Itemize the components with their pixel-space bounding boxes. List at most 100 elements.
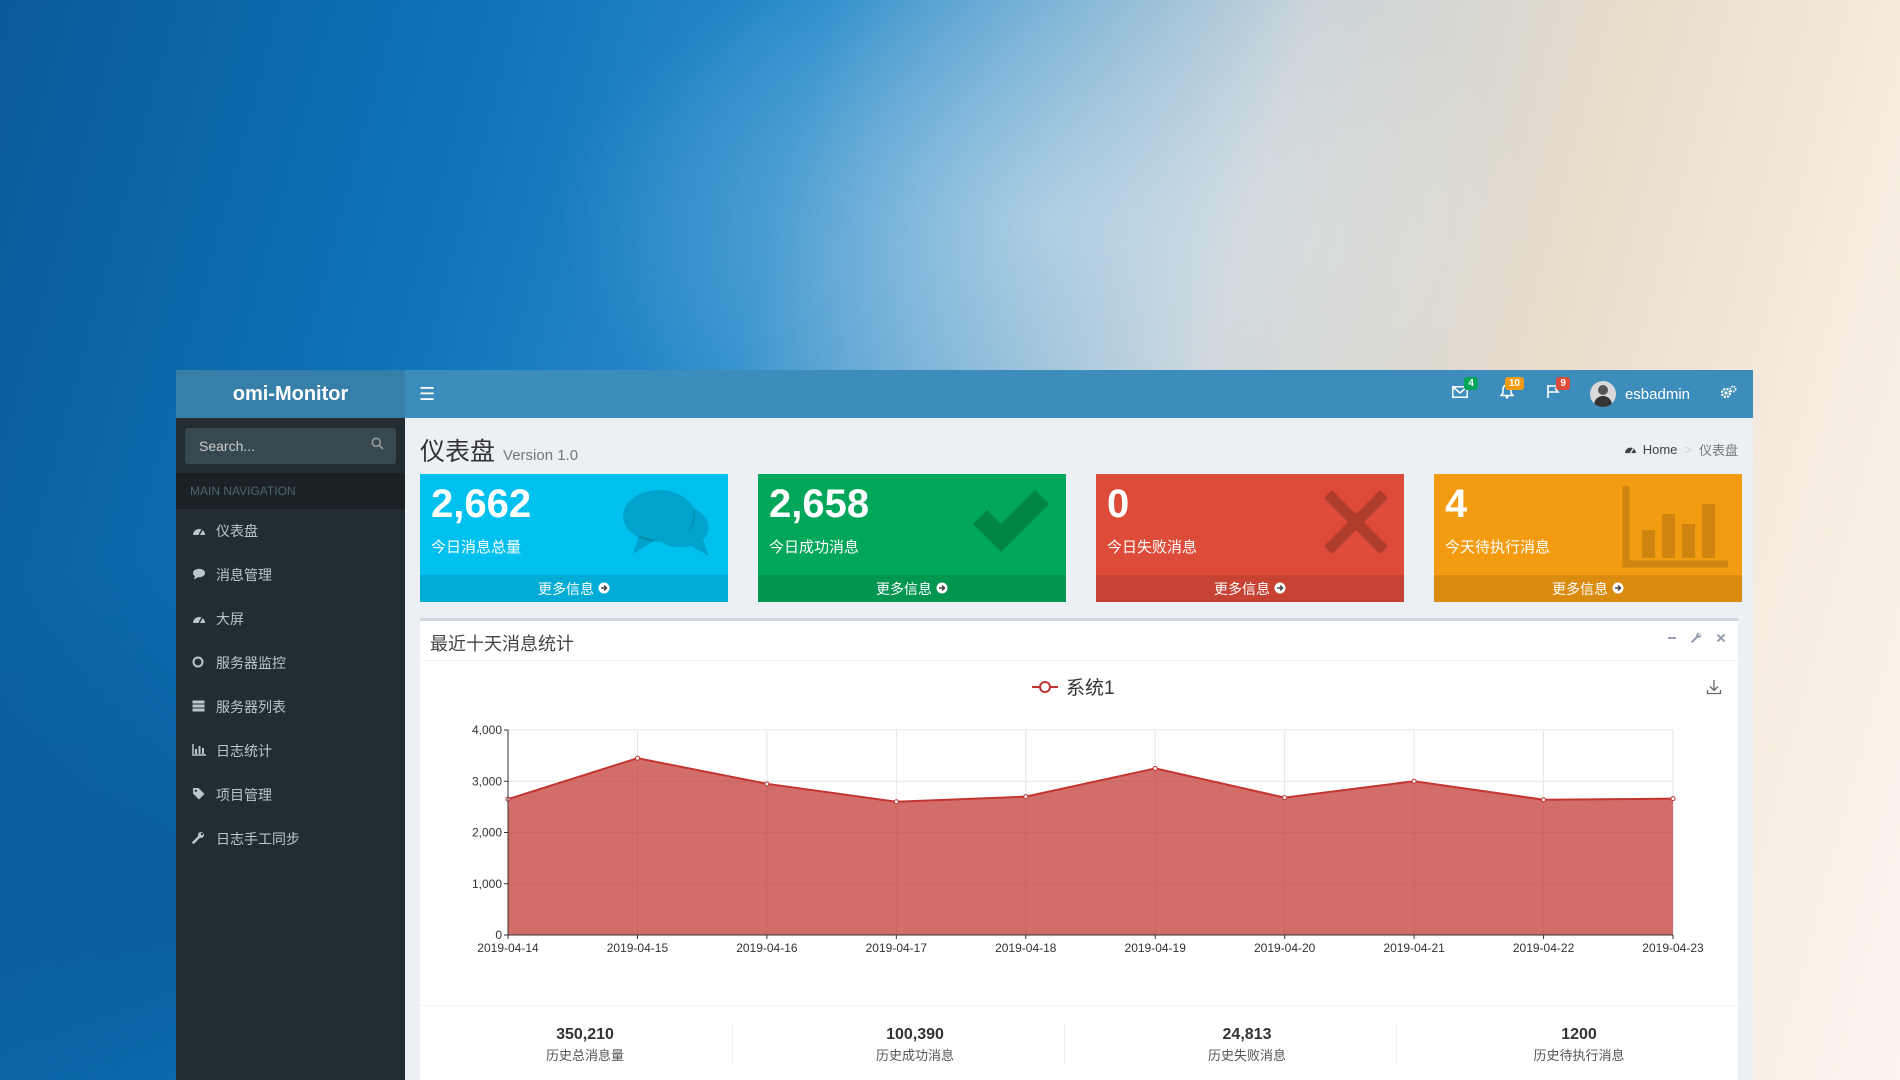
data-point bbox=[634, 755, 640, 761]
tasks-badge: 9 bbox=[1556, 377, 1570, 390]
user-menu[interactable]: esbadmin bbox=[1576, 381, 1704, 407]
sidebar-item-server-monitor[interactable]: 服务器监控 bbox=[176, 641, 405, 685]
chart-box: 最近十天消息统计 系统1 0 1,000 2,000 3,000 4,000 2… bbox=[420, 618, 1738, 1080]
sidebar-menu: 仪表盘 消息管理 大屏 服务器监控 服务器列表 日志统计 项目管理 日志手工同步 bbox=[176, 509, 405, 861]
arrow-circle-right-icon bbox=[598, 581, 610, 597]
breadcrumb-home[interactable]: Home bbox=[1643, 442, 1678, 457]
sidebar-item-bigscreen[interactable]: 大屏 bbox=[176, 597, 405, 641]
wrench-icon[interactable] bbox=[1691, 631, 1702, 646]
y-tick-label: 1,000 bbox=[472, 877, 502, 891]
page-title-text: 仪表盘 bbox=[420, 438, 496, 466]
chart-box-header: 最近十天消息统计 bbox=[420, 621, 1738, 661]
stat-value: 100,390 bbox=[886, 1026, 944, 1043]
chart-box-title: 最近十天消息统计 bbox=[430, 634, 574, 654]
stat-value: 350,210 bbox=[556, 1026, 614, 1043]
y-tick-label: 4,000 bbox=[472, 723, 502, 737]
app-logo[interactable]: omi-Monitor bbox=[176, 370, 405, 418]
data-point bbox=[1152, 765, 1158, 771]
avatar bbox=[1589, 381, 1616, 407]
sidebar-item-label: 日志手工同步 bbox=[216, 831, 300, 847]
search-input[interactable]: Search... bbox=[185, 428, 396, 464]
info-box-value: 4 bbox=[1445, 482, 1468, 526]
stat-value: 24,813 bbox=[1222, 1026, 1272, 1043]
more-info-link[interactable]: 更多信息 bbox=[420, 575, 728, 602]
sidebar-item-label: 大屏 bbox=[216, 611, 244, 627]
username: esbadmin bbox=[1624, 385, 1690, 403]
hamburger-icon[interactable]: ☰ bbox=[419, 384, 435, 405]
stat-label: 历史总消息量 bbox=[545, 1048, 624, 1063]
x-tick-label: 2019-04-18 bbox=[995, 941, 1057, 955]
bar-chart-icon bbox=[192, 743, 216, 759]
info-box-pending: 4 今天待执行消息 更多信息 bbox=[1434, 474, 1742, 602]
app-window: omi-Monitor ☰ 4 10 9 esbadmin Search... … bbox=[176, 370, 1753, 1080]
messages-menu[interactable]: 4 bbox=[1436, 370, 1484, 418]
stat-pending: 1200 历史待执行消息 bbox=[1414, 1026, 1744, 1064]
sidebar-item-dashboard[interactable]: 仪表盘 bbox=[176, 509, 405, 553]
sidebar-item-server-list[interactable]: 服务器列表 bbox=[176, 685, 405, 729]
tasks-menu[interactable]: 9 bbox=[1530, 370, 1576, 418]
content-area: 仪表盘 Version 1.0 Home > 仪表盘 2,662 今日消息总量 更… bbox=[405, 418, 1753, 1080]
info-box-label: 今日成功消息 bbox=[769, 539, 860, 556]
data-point bbox=[1670, 796, 1676, 802]
search-icon[interactable] bbox=[371, 437, 384, 453]
sidebar-item-log-sync[interactable]: 日志手工同步 bbox=[176, 817, 405, 861]
more-info-link[interactable]: 更多信息 bbox=[1096, 575, 1404, 602]
stat-label: 历史待执行消息 bbox=[1533, 1048, 1625, 1063]
data-point bbox=[1282, 795, 1288, 801]
sidebar-item-log-stats[interactable]: 日志统计 bbox=[176, 729, 405, 773]
divider bbox=[732, 1024, 733, 1064]
y-tick-label: 0 bbox=[495, 928, 502, 942]
dashboard-icon bbox=[192, 612, 216, 627]
sidebar-item-label: 项目管理 bbox=[216, 787, 272, 803]
info-box-label: 今日消息总量 bbox=[431, 539, 522, 556]
legend-marker-icon bbox=[1032, 680, 1058, 693]
data-point bbox=[1023, 794, 1029, 800]
sidebar-item-messages[interactable]: 消息管理 bbox=[176, 553, 405, 597]
x-tick-label: 2019-04-16 bbox=[736, 941, 798, 955]
messages-badge: 4 bbox=[1464, 377, 1478, 390]
breadcrumb: Home > 仪表盘 bbox=[1624, 440, 1738, 459]
more-info-link[interactable]: 更多信息 bbox=[758, 575, 1066, 602]
data-point bbox=[764, 781, 770, 787]
server-icon bbox=[192, 700, 216, 715]
info-box-total: 2,662 今日消息总量 更多信息 bbox=[420, 474, 728, 602]
info-box-failed: 0 今日失败消息 更多信息 bbox=[1096, 474, 1404, 602]
info-box-value: 2,658 bbox=[769, 482, 870, 526]
x-tick-label: 2019-04-22 bbox=[1513, 941, 1575, 955]
x-tick-label: 2019-04-21 bbox=[1383, 941, 1445, 955]
info-box-value: 2,662 bbox=[431, 482, 532, 526]
sidebar-item-label: 日志统计 bbox=[216, 743, 272, 759]
more-info-label: 更多信息 bbox=[538, 580, 594, 597]
x-tick-label: 2019-04-20 bbox=[1254, 941, 1316, 955]
divider bbox=[1064, 1024, 1065, 1064]
control-sidebar-toggle[interactable] bbox=[1704, 370, 1753, 418]
main-navigation-header: MAIN NAVIGATION bbox=[176, 473, 405, 509]
sidebar-item-projects[interactable]: 项目管理 bbox=[176, 773, 405, 817]
minus-icon[interactable] bbox=[1667, 631, 1677, 646]
notifications-menu[interactable]: 10 bbox=[1484, 370, 1530, 418]
chart-legend-item[interactable]: 系统1 bbox=[1032, 673, 1115, 700]
sidebar-item-label: 仪表盘 bbox=[216, 523, 258, 539]
close-icon[interactable] bbox=[1716, 631, 1726, 646]
comment-icon bbox=[192, 568, 216, 583]
more-info-label: 更多信息 bbox=[1552, 580, 1608, 597]
series-area bbox=[508, 758, 1673, 935]
times-icon bbox=[1320, 486, 1392, 563]
arrow-circle-right-icon bbox=[1612, 581, 1624, 597]
more-info-label: 更多信息 bbox=[1214, 580, 1270, 597]
page-title: 仪表盘 Version 1.0 bbox=[420, 432, 578, 468]
area-chart: 0 1,000 2,000 3,000 4,000 2019-04-14 2019-04-1… bbox=[472, 723, 1704, 955]
page-version: Version 1.0 bbox=[503, 447, 579, 464]
stat-total: 350,210 历史总消息量 bbox=[420, 1026, 750, 1064]
more-info-link[interactable]: 更多信息 bbox=[1434, 575, 1742, 602]
info-box-label: 今天待执行消息 bbox=[1445, 539, 1551, 556]
more-info-label: 更多信息 bbox=[876, 580, 932, 597]
arrow-circle-right-icon bbox=[936, 581, 948, 597]
stat-failed: 24,813 历史失败消息 bbox=[1082, 1026, 1412, 1064]
sidebar-item-label: 服务器监控 bbox=[216, 655, 286, 671]
bar-chart-icon bbox=[1622, 486, 1730, 573]
breadcrumb-separator: > bbox=[1684, 442, 1692, 457]
download-icon[interactable] bbox=[1706, 679, 1722, 700]
stat-label: 历史失败消息 bbox=[1207, 1048, 1286, 1063]
divider bbox=[1396, 1024, 1397, 1064]
